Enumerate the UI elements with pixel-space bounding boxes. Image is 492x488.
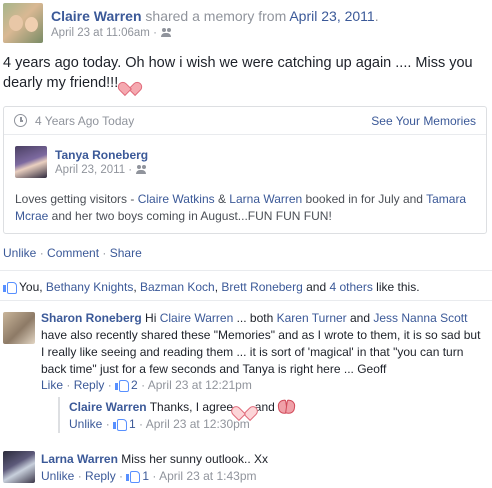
memory-age-label: 4 Years Ago Today [35, 114, 135, 128]
memory-card: 4 Years Ago Today See Your Memories Tany… [3, 106, 487, 234]
likes-others-link[interactable]: 4 others [329, 280, 372, 294]
broken-heart-icon [278, 400, 293, 413]
comment-timestamp[interactable]: April 23 at 12:21pm [148, 378, 252, 392]
like-thumb-icon[interactable] [115, 379, 130, 392]
comment-body: Larna Warren Miss her sunny outlook.. Xx [41, 451, 487, 468]
meta-separator: · [115, 469, 127, 483]
like-thumb-icon [3, 281, 17, 294]
post-header: Claire Warren shared a memory from April… [3, 3, 489, 45]
commenter-avatar[interactable] [3, 451, 35, 483]
original-text-amp: & [214, 192, 230, 206]
history-clock-icon [14, 114, 27, 127]
unlike-link[interactable]: Unlike [3, 246, 36, 260]
likes-suffix: like this. [372, 280, 420, 294]
meta-separator: · [137, 378, 148, 392]
action-separator: · [99, 246, 110, 260]
likes-summary: You, Bethany Knights, Bazman Koch, Brett… [3, 280, 420, 294]
title-period: . [374, 8, 379, 24]
reply-thread-line [58, 397, 60, 433]
shared-text: shared a memory from [141, 8, 290, 24]
comment-meta: Like · Reply · 2 · April 23 at 12:21pm [41, 378, 252, 392]
action-separator: · [36, 246, 48, 260]
like-thumb-icon[interactable] [126, 470, 141, 483]
meta-separator: · [102, 417, 114, 431]
heart-icon [122, 76, 136, 88]
original-text-prefix: Loves getting visitors - [15, 192, 138, 206]
reply-link[interactable]: Reply [85, 469, 116, 483]
heart-icon [236, 400, 251, 413]
reply-meta: Unlike · 1 · April 23 at 12:30pm [69, 417, 250, 431]
author-name[interactable]: Claire Warren [51, 8, 142, 24]
like-thumb-icon[interactable] [113, 418, 128, 431]
memory-date-link[interactable]: April 23, 2011 [289, 8, 374, 24]
like-comment-link[interactable]: Like [41, 378, 63, 392]
comment-meta: Unlike · Reply · 1 · April 23 at 1:43pm [41, 469, 256, 483]
likes-comma: , [133, 280, 140, 294]
commenter-name[interactable]: Claire Warren [69, 400, 147, 414]
mention-karen-turner[interactable]: Karen Turner [277, 311, 347, 325]
author-avatar[interactable] [3, 3, 43, 43]
friends-icon[interactable] [136, 165, 147, 174]
comment-link[interactable]: Comment [47, 246, 99, 260]
share-link[interactable]: Share [110, 246, 142, 260]
reply-like-count[interactable]: 1 [129, 417, 136, 431]
original-text-mid: booked in for July and [302, 192, 427, 206]
commenter-name[interactable]: Sharon Roneberg [41, 311, 142, 325]
original-post-meta: April 23, 2011 · [55, 164, 147, 176]
liker-brett-roneberg[interactable]: Brett Roneberg [221, 280, 302, 294]
meta-separator: · [104, 378, 116, 392]
original-post-text: Loves getting visitors - Claire Watkins … [15, 191, 479, 225]
reply-link[interactable]: Reply [74, 378, 105, 392]
likes-you: You, [19, 280, 46, 294]
mention-jess-nanna-scott[interactable]: Jess Nanna Scott [373, 311, 467, 325]
divider [0, 270, 492, 271]
comment-like-count[interactable]: 2 [131, 378, 138, 392]
reply-body: Claire Warren Thanks, I agree and [69, 399, 489, 416]
liker-bazman-koch[interactable]: Bazman Koch [140, 280, 215, 294]
post-timestamp[interactable]: April 23 at 11:06am · [51, 27, 157, 39]
original-author-name[interactable]: Tanya Roneberg [55, 148, 148, 162]
original-text-end: and her two boys coming in August...FUN … [48, 209, 332, 223]
unlike-comment-link[interactable]: Unlike [41, 469, 74, 483]
comment-timestamp[interactable]: April 23 at 1:43pm [159, 469, 256, 483]
reply-timestamp[interactable]: April 23 at 12:30pm [146, 417, 250, 431]
mention-claire-warren[interactable]: Claire Warren [160, 311, 234, 325]
comment-text: Hi [141, 311, 160, 325]
friends-icon[interactable] [160, 28, 172, 37]
see-your-memories-link[interactable]: See Your Memories [371, 114, 476, 128]
meta-separator: · [74, 469, 86, 483]
likes-and: and [302, 280, 330, 294]
post-title-line: Claire Warren shared a memory from April… [51, 8, 379, 24]
post-message-text: 4 years ago today. Oh how i wish we were… [3, 55, 473, 91]
meta-separator: · [135, 417, 146, 431]
meta-separator: · [63, 378, 74, 392]
post-actions: Unlike · Comment · Share [3, 246, 142, 260]
comment-text: ... both [233, 311, 277, 325]
memory-card-header: 4 Years Ago Today See Your Memories [4, 107, 486, 135]
comment-text: have also recently shared these "Memorie… [41, 328, 481, 376]
unlike-comment-link[interactable]: Unlike [69, 417, 102, 431]
post-message: 4 years ago today. Oh how i wish we were… [3, 53, 487, 93]
comment-text: Miss her sunny outlook.. Xx [117, 452, 268, 466]
original-author-avatar[interactable] [15, 146, 47, 178]
reply-text: Thanks, I agree [146, 400, 237, 414]
comment-text: and [346, 311, 374, 325]
original-post-date[interactable]: April 23, 2011 · [55, 164, 132, 176]
divider [0, 300, 492, 301]
meta-separator: · [149, 469, 160, 483]
tag-claire-watkins[interactable]: Claire Watkins [138, 192, 215, 206]
commenter-name[interactable]: Larna Warren [41, 452, 118, 466]
comment-body: Sharon Roneberg Hi Claire Warren ... bot… [41, 310, 487, 378]
tag-larna-warren[interactable]: Larna Warren [229, 192, 302, 206]
commenter-avatar[interactable] [3, 312, 35, 344]
liker-bethany-knights[interactable]: Bethany Knights [46, 280, 133, 294]
post-meta: April 23 at 11:06am · [51, 27, 172, 39]
